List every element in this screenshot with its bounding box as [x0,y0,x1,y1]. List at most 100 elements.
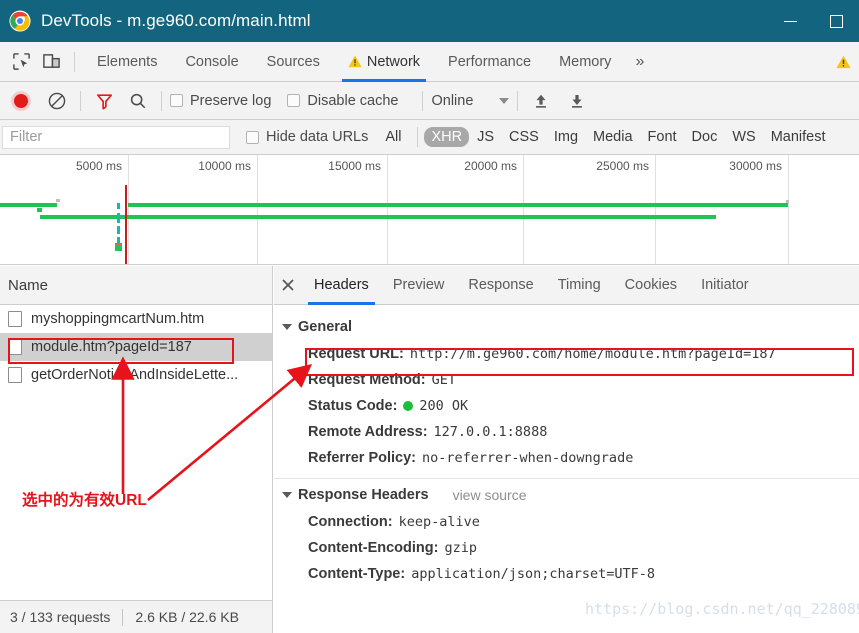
tab-network[interactable]: Network [334,42,434,82]
disable-cache-label: Disable cache [307,92,399,109]
more-tabs-button[interactable]: » [625,42,654,82]
headers-content: General Request URL: http://m.ge960.com/… [274,305,859,587]
tab-memory[interactable]: Memory [545,42,625,82]
toolbar-divider [517,90,519,111]
preserve-log-checkbox[interactable] [170,94,183,107]
timeline-gridline [523,155,524,264]
tab-performance[interactable]: Performance [434,42,545,82]
tab-preview[interactable]: Preview [381,266,457,305]
hide-data-urls-label: Hide data URLs [266,129,369,145]
table-row[interactable]: module.htm?pageId=187 [0,333,272,361]
status-divider [122,608,124,626]
filter-type-xhr[interactable]: XHR [424,127,470,147]
tab-timing[interactable]: Timing [546,266,613,305]
filter-funnel-icon [96,93,112,109]
timeline-request-bar [0,203,57,207]
maximize-button[interactable] [813,0,859,42]
clear-network-log-button[interactable] [42,86,72,116]
close-icon [282,279,294,291]
header-key: Request URL: [308,346,404,362]
timeline-tick-label: 10000 ms [198,159,251,173]
toolbar-divider [80,90,81,111]
network-overview-timeline[interactable]: 5000 ms 10000 ms 15000 ms 20000 ms 25000… [0,155,859,265]
table-row[interactable]: myshoppingmcartNum.htm [0,305,272,333]
filter-type-all[interactable]: All [378,127,408,147]
hide-data-urls-checkbox[interactable] [246,130,259,144]
search-button[interactable] [123,86,153,116]
timeline-tick-label: 20000 ms [464,159,517,173]
devtools-tab-strip: Elements Console Sources Network Perform… [0,42,859,82]
view-source-link[interactable]: view source [453,487,527,503]
general-row-status-code: Status Code: 200 OK [274,393,859,419]
more-tabs-label: » [635,52,645,70]
filter-type-css[interactable]: CSS [502,127,546,147]
export-har-button[interactable] [562,86,592,116]
filter-type-img[interactable]: Img [547,127,585,147]
header-value: keep-alive [398,514,480,530]
window-controls [767,0,859,42]
throttle-value: Online [431,92,474,109]
filter-button[interactable] [89,86,119,116]
toolbar-divider [422,90,424,111]
tab-console[interactable]: Console [171,42,252,82]
header-value: 200 OK [419,398,469,414]
requests-column-header[interactable]: Name [0,266,272,305]
header-key: Status Code: [308,398,398,414]
tab-headers[interactable]: Headers [302,266,381,305]
filter-type-manifest[interactable]: Manifest [764,127,833,147]
tab-response[interactable]: Response [456,266,545,305]
header-key: Connection: [308,514,393,530]
general-row-remote-address: Remote Address: 127.0.0.1:8888 [274,419,859,445]
import-har-button[interactable] [526,86,556,116]
requests-list-pane: Name myshoppingmcartNum.htm module.htm?p… [0,266,273,600]
timeline-gridline [387,155,388,264]
toolbar-divider [417,127,419,147]
general-section-header[interactable]: General [274,313,859,341]
disable-cache-checkbox[interactable] [287,94,301,107]
preserve-log-toggle[interactable]: Preserve log [170,93,271,109]
general-row-request-url: Request URL: http://m.ge960.com/home/mod… [274,341,859,367]
tab-elements[interactable]: Elements [83,42,171,82]
tab-network-label: Network [366,53,421,70]
network-status-bar: 3 / 133 requests 2.6 KB / 22.6 KB [0,600,273,633]
record-button[interactable] [6,86,36,116]
response-headers-section-header[interactable]: Response Headers view source [274,481,859,509]
header-key: Content-Type: [308,566,406,582]
tab-sources-label: Sources [266,53,320,70]
filter-input[interactable]: Filter [2,125,230,149]
tab-memory-label: Memory [559,53,612,70]
header-value: 127.0.0.1:8888 [433,424,548,440]
tab-console-label: Console [185,53,239,70]
devtools-warning-indicator[interactable] [836,55,851,69]
response-header-content-encoding: Content-Encoding: gzip [274,535,859,561]
tab-initiator[interactable]: Initiator [689,266,761,305]
tab-response-label: Response [468,277,534,293]
table-row[interactable]: getOrderNoticeAndInsideLette... [0,361,272,389]
filter-type-doc[interactable]: Doc [685,127,725,147]
tab-sources[interactable]: Sources [253,42,334,82]
window-title: DevTools - m.ge960.com/main.html [41,11,311,30]
filter-type-font[interactable]: Font [641,127,684,147]
minimize-button[interactable] [767,0,813,42]
filter-type-ws[interactable]: WS [725,127,762,147]
search-icon [130,93,146,108]
throttle-select[interactable]: Online [431,92,510,109]
chrome-logo-icon [9,10,31,32]
watermark: https://blog.csdn.net/qq_22808991 [585,600,859,618]
device-toolbar-button[interactable] [36,47,66,77]
tab-cookies[interactable]: Cookies [613,266,689,305]
hide-data-urls-toggle[interactable]: Hide data URLs [246,129,368,145]
timeline-tick-label: 5000 ms [75,159,122,173]
tab-headers-label: Headers [314,277,369,293]
request-name: myshoppingmcartNum.htm [31,311,205,327]
filter-type-js[interactable]: JS [470,127,501,147]
disable-cache-toggle[interactable]: Disable cache [287,93,398,109]
devtools-window: DevTools - m.ge960.com/main.html Element… [0,0,859,633]
general-row-referrer-policy: Referrer Policy: no-referrer-when-downgr… [274,445,859,471]
inspect-element-button[interactable] [6,47,36,77]
chevron-down-icon [499,97,510,104]
filter-type-media[interactable]: Media [586,127,640,147]
file-icon [8,367,22,383]
close-details-button[interactable] [274,266,302,305]
minimize-icon [783,20,797,22]
